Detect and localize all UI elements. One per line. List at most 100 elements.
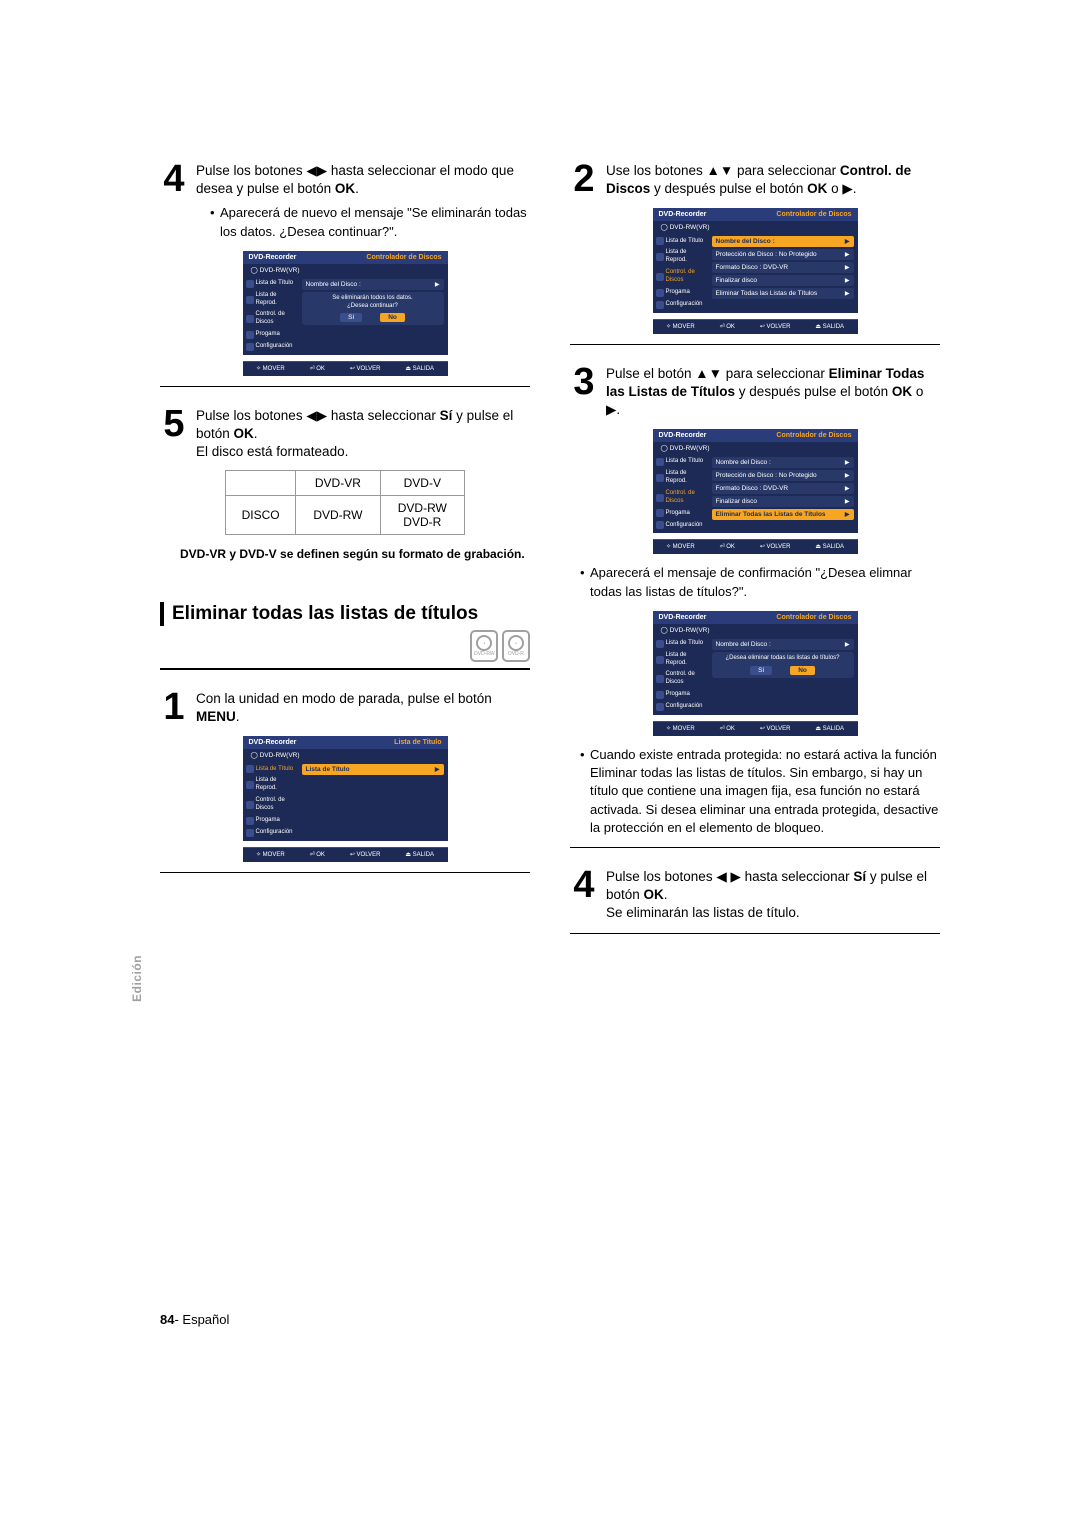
t: DVD-Recorder [659,211,707,218]
step-number: 4 [160,160,188,198]
t: ◯ DVD-RW(VR) [653,624,858,636]
f: ✧ MOVER [666,323,695,330]
t: DVD-Recorder [659,432,707,439]
si: Lista de Título [666,458,704,466]
f: ⏎ OK [310,365,325,372]
t: . [664,887,668,902]
osd-title: DVD-Recorder [249,254,297,261]
side-tab-label: Edición [130,955,144,1002]
heading-bar [160,602,164,626]
si: Control. de Discos [256,311,295,327]
osd-step1: DVD-Recorder Lista de Titulo ◯ DVD-RW(VR… [243,736,448,861]
v: DVD-R [389,515,456,529]
step-text: Con la unidad en modo de parada, pulse e… [196,688,530,726]
si: Progama [666,510,690,518]
osd-row: Protección de Disco : No Protegido▶ [712,249,854,260]
f: ✧ MOVER [666,543,695,550]
osd-btn-no: No [790,666,815,675]
si: Configuración [666,703,703,711]
td: DVD-RW [296,495,380,534]
f: ⏎ OK [720,725,735,732]
t: DVD-Recorder [659,614,707,621]
step4: 4 Pulse los botones ◀▶ hasta seleccionar… [160,160,530,198]
osd-row: Formato Disco : DVD-VR▶ [712,262,854,273]
si: Lista de Reprod. [666,470,705,486]
heading-underline [160,668,530,670]
osd-btn-si: Sí [750,666,772,675]
step3: 3 Pulse el botón ▲▼ para seleccionar Eli… [570,363,940,420]
th: DVD-VR [296,470,380,495]
f: ↩ VOLVER [760,323,791,330]
step5: 5 Pulse los botones ◀▶ hasta seleccionar… [160,405,530,462]
row: Nombre del Disco : [306,281,361,288]
step3-bullets2: Cuando existe entrada protegida: no esta… [580,746,940,837]
t: y después pulse el botón [735,384,892,399]
si: Control. de Discos [256,797,295,813]
table-note: DVD-VR y DVD-V se definen según su forma… [160,547,530,563]
si: Lista de Título [256,280,294,288]
t: OK [892,384,912,399]
t: y después pulse el botón [650,181,807,196]
t: Controlador de Discos [776,432,851,439]
osd-step2: DVD-Recorder Controlador de Discos ◯ DVD… [653,208,858,333]
step-text: Pulse los botones ◀▶ hasta seleccionar S… [196,405,530,462]
si: Progama [256,817,280,825]
step2: 2 Use los botones ▲▼ para seleccionar Co… [570,160,940,198]
f: ⏏ SALIDA [815,543,844,550]
si: Lista de Reprod. [256,292,295,308]
t: Pulse los botones ◀ ▶ hasta seleccionar [606,869,853,884]
osd-sidebar: Lista de Título Lista de Reprod. Control… [243,276,298,355]
t: OK [644,887,664,902]
si: Lista de Título [666,238,704,246]
t: Controlador de Discos [776,614,851,621]
f: ↩ VOLVER [760,543,791,550]
step-number: 2 [570,160,598,198]
f: ⏏ SALIDA [405,851,434,858]
f: ✧ MOVER [256,851,285,858]
osd-dialog: Se eliminarán todos los datos. ¿Desea co… [302,292,444,326]
v: DVD-RW [389,501,456,515]
t: Pulse el botón ▲▼ para seleccionar [606,366,829,381]
t: Lista de Titulo [394,739,441,746]
divider [160,872,530,873]
t: Sí [440,408,453,423]
t: Use los botones ▲▼ para seleccionar [606,163,840,178]
f: ⏏ SALIDA [815,323,844,330]
osd-btn-no: No [380,313,405,322]
dvd-format-table: DVD-VR DVD-V DISCO DVD-RW DVD-RW DVD-R [225,470,465,535]
step-text: Pulse los botones ◀ ▶ hasta seleccionar … [606,866,940,923]
osd-row: Finalizar disco▶ [712,496,854,507]
si: Control. de Discos [666,671,705,687]
t: ◯ DVD-RW(VR) [243,749,448,761]
si: Lista de Título [256,766,294,774]
lang: - Español [174,1312,229,1327]
msg: ¿Desea continuar? [306,303,440,311]
osd-row: Protección de Disco : No Protegido▶ [712,470,854,481]
si: Configuración [256,829,293,837]
row: Lista de Título [306,766,350,773]
num: 84 [160,1312,174,1327]
f: ↩ VOLVER [760,725,791,732]
osd-btn-si: Sí [340,313,362,322]
step-number: 3 [570,363,598,401]
si: Progama [256,331,280,339]
si: Progama [666,691,690,699]
osd-row: Eliminar Todas las Listas de Títulos▶ [712,288,854,299]
f: ✧ MOVER [666,725,695,732]
t: Controlador de Discos [776,211,851,218]
step-text: Pulse los botones ◀▶ hasta seleccionar e… [196,160,530,198]
step3-bullets: Aparecerá el mensaje de confirmación "¿D… [580,564,940,600]
row: Nombre del Disco : [716,641,771,648]
bullet: Aparecerá de nuevo el mensaje "Se elimin… [210,204,530,240]
disc-icon-dvd-r: DVD-R [502,630,530,662]
f: ⏏ SALIDA [405,365,434,372]
f: ⏎ OK [720,543,735,550]
f: ⏎ OK [310,851,325,858]
t: MENU [196,709,236,724]
osd-step4: DVD-Recorder Controlador de Discos ◯ DVD… [243,251,448,376]
si: Control. de Discos [666,269,705,285]
t: . [254,426,258,441]
divider [570,933,940,934]
divider [160,386,530,387]
td: DVD-RW DVD-R [380,495,464,534]
